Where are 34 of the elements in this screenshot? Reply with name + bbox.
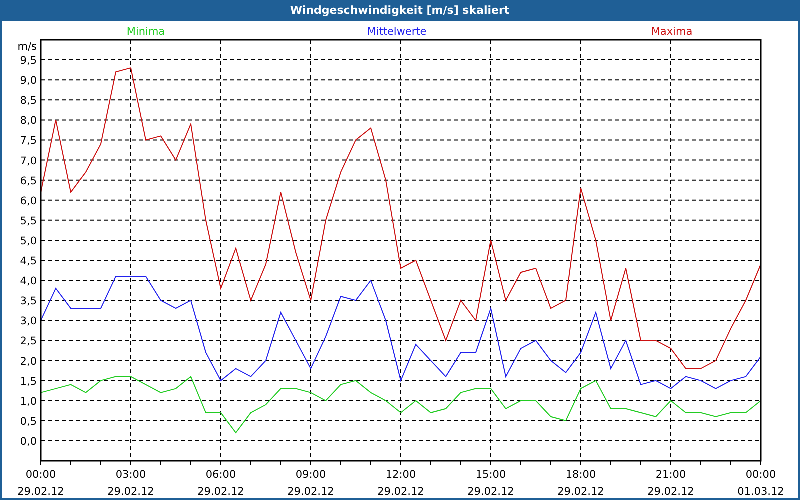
y-tick-label: 3,5 [20,296,37,308]
x-tick-label: 21:00 29.02.12 [648,469,694,498]
y-tick-label: 5,0 [20,235,37,248]
y-tick-label: 1,0 [20,396,37,408]
y-tick-label: 6,0 [20,195,37,208]
x-tick-label: 00:00 29.02.12 [18,469,64,498]
legend-label: Minima [126,26,166,38]
y-tick-label: 0,0 [20,436,37,448]
y-tick-label: 4,0 [20,276,37,288]
y-axis-label: m/s [18,41,37,53]
x-tick-label: 00:00 01.03.12 [738,469,784,498]
y-tick-label: 8,0 [20,115,37,128]
y-tick-label: 8,5 [20,95,37,108]
y-tick-label: 7,5 [20,135,37,148]
y-tick-label: 1,5 [20,376,37,388]
x-tick-label: 15:00 29.02.12 [468,469,514,498]
legend-label: Maxima [651,26,693,38]
y-tick-label: 6,5 [20,175,37,188]
x-tick-label: 09:00 29.02.12 [288,469,334,498]
y-tick-label: 7,0 [20,155,37,168]
y-tick-label: 5,5 [20,215,37,228]
y-tick-label: 4,5 [20,256,37,268]
y-tick-label: 9,5 [20,55,37,68]
x-tick-label: 18:00 29.02.12 [558,469,604,498]
y-tick-label: 0,5 [20,416,37,428]
y-tick-label: 9,0 [20,75,37,88]
x-tick-label: 06:00 29.02.12 [198,469,244,498]
window-title: Windgeschwindigkeit [m/s] skaliert [0,0,800,21]
legend-label: Mittelwerte [367,26,427,38]
x-tick-label: 12:00 29.02.12 [378,469,424,498]
y-tick-label: 3,0 [20,316,37,328]
y-tick-label: 2,5 [20,336,37,348]
x-tick-label: 03:00 29.02.12 [108,469,154,498]
y-tick-label: 2,0 [20,356,37,368]
